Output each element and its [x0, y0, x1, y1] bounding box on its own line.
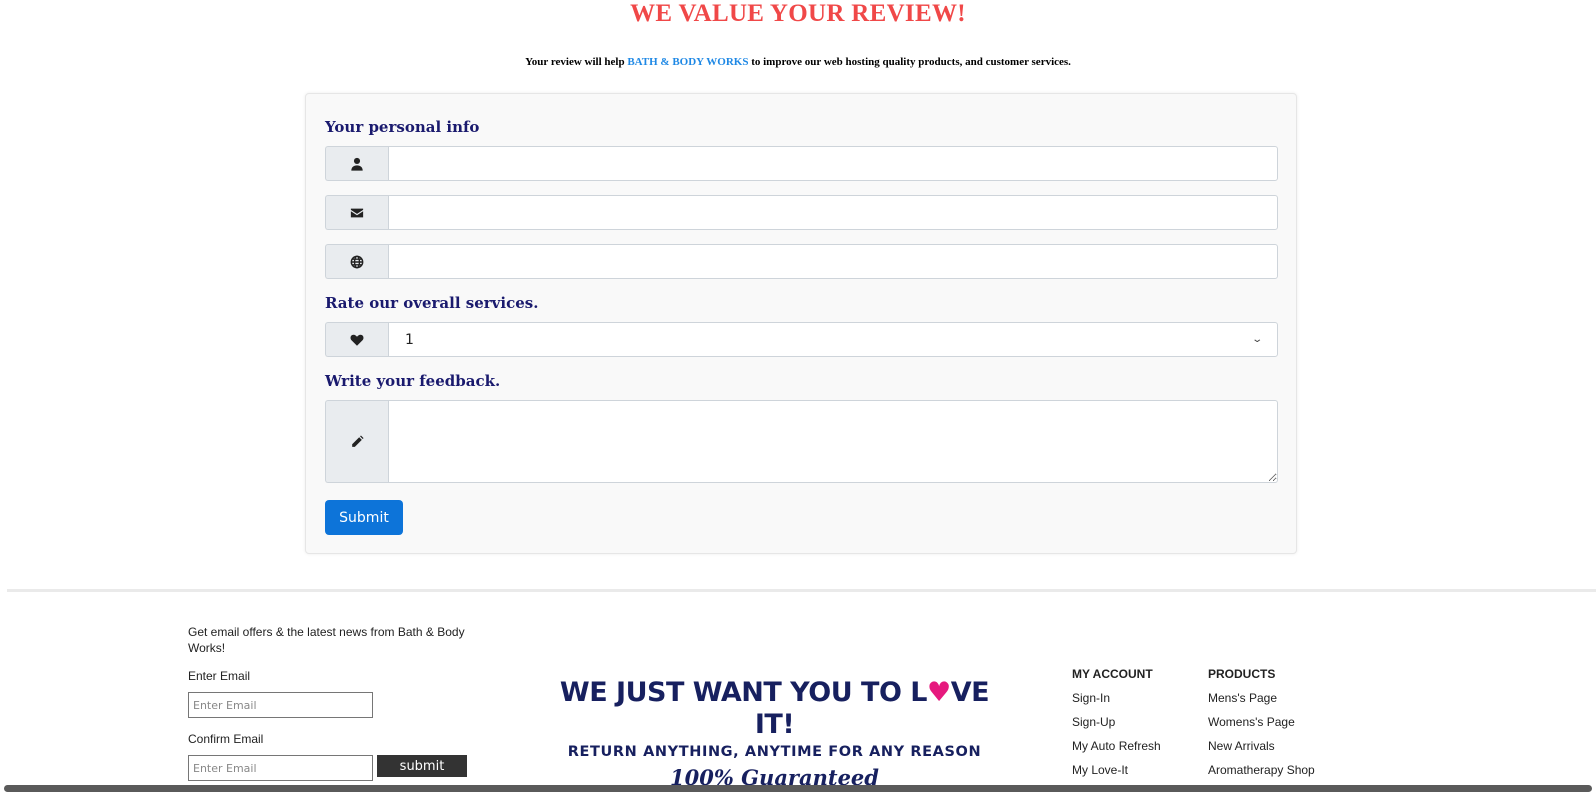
footer-link-auto-refresh[interactable]: My Auto Refresh: [1072, 738, 1161, 754]
account-heading: MY ACCOUNT: [1072, 667, 1153, 681]
newsletter-submit-button[interactable]: submit: [377, 755, 467, 777]
addon-name: [325, 146, 388, 181]
footer-products-column: PRODUCTS Mens's Page Womens's Page New A…: [1208, 667, 1315, 786]
horizontal-scrollbar[interactable]: [4, 785, 1592, 792]
submit-button[interactable]: Submit: [325, 500, 403, 535]
newsletter-text: Get email offers & the latest news from …: [188, 625, 465, 655]
email-input[interactable]: [388, 195, 1278, 230]
user-icon: [351, 157, 363, 171]
enter-email-label: Enter Email: [188, 669, 251, 683]
heart-icon: ♥: [927, 677, 951, 708]
addon-rating: [325, 322, 388, 357]
heart-icon: [350, 334, 364, 346]
brand-link[interactable]: BATH & BODY WORKS: [627, 56, 748, 68]
confirm-email-label: Confirm Email: [188, 732, 264, 746]
page-subtitle: Your review will help BATH & BODY WORKS …: [0, 56, 1596, 68]
rating-selected-value: 1: [405, 331, 414, 348]
name-input[interactable]: [388, 146, 1278, 181]
review-form-card: Your personal info Rate our overall serv…: [305, 93, 1297, 554]
addon-website: [325, 244, 388, 279]
footer-account-column: MY ACCOUNT Sign-In Sign-Up My Auto Refre…: [1072, 667, 1161, 786]
feedback-textarea[interactable]: [388, 400, 1278, 483]
footer-link-new-arrivals[interactable]: New Arrivals: [1208, 738, 1315, 754]
email-group: [325, 195, 1278, 230]
subtitle-after: to improve our web hosting quality produ…: [751, 56, 1071, 68]
feedback-label: Write your feedback.: [325, 372, 501, 390]
products-heading: PRODUCTS: [1208, 667, 1276, 681]
addon-email: [325, 195, 388, 230]
promo-subline: RETURN ANYTHING, ANYTIME FOR ANY REASON: [567, 744, 982, 760]
footer-divider: [7, 589, 1596, 592]
footer-link-womens[interactable]: Womens's Page: [1208, 714, 1315, 730]
footer-link-mens[interactable]: Mens's Page: [1208, 690, 1315, 706]
footer-link-love-it[interactable]: My Love-It: [1072, 762, 1161, 778]
page-title: WE VALUE YOUR REVIEW!: [630, 0, 966, 27]
promo-banner: WE JUST WANT YOU TO L♥VE IT! RETURN ANYT…: [547, 677, 1002, 790]
promo-headline: WE JUST WANT YOU TO L♥VE IT!: [547, 677, 1002, 741]
promo-headline-a: WE JUST WANT YOU TO L: [559, 677, 928, 708]
envelope-icon: [350, 208, 364, 217]
confirm-email-input[interactable]: [188, 755, 373, 781]
pencil-icon: [352, 434, 364, 447]
rating-group: 1 ⌄: [325, 322, 1278, 357]
rating-label: Rate our overall services.: [325, 294, 539, 312]
personal-info-label: Your personal info: [325, 118, 480, 136]
rating-select[interactable]: 1 ⌄: [388, 322, 1278, 357]
website-group: [325, 244, 1278, 279]
feedback-group: [325, 400, 1278, 483]
globe-icon: [350, 255, 364, 268]
enter-email-input[interactable]: [188, 692, 373, 718]
subtitle-before: Your review will help: [525, 56, 625, 68]
addon-feedback: [325, 400, 388, 483]
footer-link-aromatherapy[interactable]: Aromatherapy Shop: [1208, 762, 1315, 778]
name-group: [325, 146, 1278, 181]
footer-link-sign-up[interactable]: Sign-Up: [1072, 714, 1161, 730]
chevron-down-icon: ⌄: [1250, 334, 1263, 345]
website-input[interactable]: [388, 244, 1278, 279]
footer-link-sign-in[interactable]: Sign-In: [1072, 690, 1161, 706]
